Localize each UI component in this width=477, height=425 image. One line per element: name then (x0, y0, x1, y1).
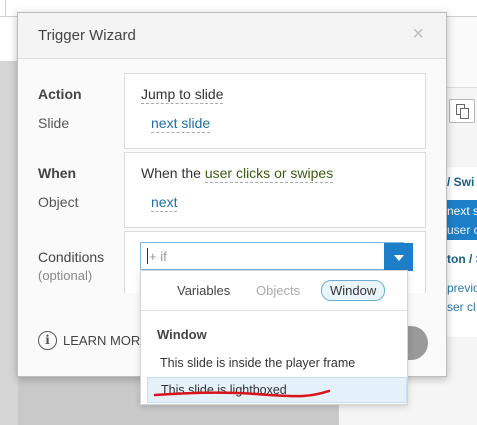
text-caret (147, 248, 148, 264)
condition-dropdown-menu: Variables Objects Window Window This sli… (140, 270, 408, 405)
red-annotation-underline (153, 389, 331, 398)
info-icon: i (38, 331, 57, 350)
chevron-down-icon (394, 255, 404, 261)
learn-more-label: LEARN MORE (63, 333, 149, 348)
condition-dropdown-button[interactable] (384, 243, 413, 271)
trigger-item-subtext: user cl (447, 223, 477, 237)
condition-input[interactable]: + if (140, 242, 413, 271)
when-sentence: When the user clicks or swipes (141, 165, 334, 183)
when-label: When (38, 165, 77, 181)
copy-trigger-button[interactable] (449, 99, 475, 123)
trigger-list: / Swi next s user cl ton / S previo ser … (445, 167, 477, 337)
learn-more-link[interactable]: i LEARN MORE (38, 331, 149, 350)
condition-placeholder: + if (149, 249, 167, 264)
trigger-item-subtext: ser cl (447, 300, 476, 314)
slide-label: Slide (38, 115, 70, 131)
tab-fragment[interactable] (0, 0, 6, 16)
tab-variables[interactable]: Variables (177, 283, 230, 298)
menu-item-inside-player-frame[interactable]: This slide is inside the player frame (147, 351, 407, 377)
copy-icon-back (460, 108, 469, 119)
action-box: Jump to slide next slide (124, 73, 426, 149)
tab-window[interactable]: Window (321, 280, 386, 301)
conditions-label: Conditions (38, 249, 105, 265)
tab-objects: Objects (256, 283, 301, 298)
trigger-item-text[interactable]: previo (447, 281, 477, 295)
section-heading: Window (157, 327, 207, 342)
slide-select[interactable]: next slide (151, 115, 211, 133)
when-box: When the user clicks or swipes next (124, 152, 426, 228)
object-label: Object (38, 194, 79, 210)
dropdown-tabs: Variables Objects Window (141, 271, 407, 311)
object-select[interactable]: next (151, 194, 178, 212)
canvas-left-block (0, 61, 18, 425)
close-icon[interactable]: × (412, 24, 424, 44)
trigger-group-label: / Swi (447, 175, 475, 189)
conditions-optional-label: (optional) (38, 268, 93, 283)
when-prefix: When the (141, 165, 201, 181)
event-select[interactable]: user clicks or swipes (204, 165, 334, 183)
dialog-title: Trigger Wizard (38, 27, 136, 44)
trigger-group-label: ton / S (447, 252, 477, 266)
trigger-item-text: next s (447, 204, 477, 218)
action-select[interactable]: Jump to slide (141, 86, 224, 104)
dialog-header: Trigger Wizard × (18, 13, 446, 59)
action-label: Action (38, 86, 82, 102)
